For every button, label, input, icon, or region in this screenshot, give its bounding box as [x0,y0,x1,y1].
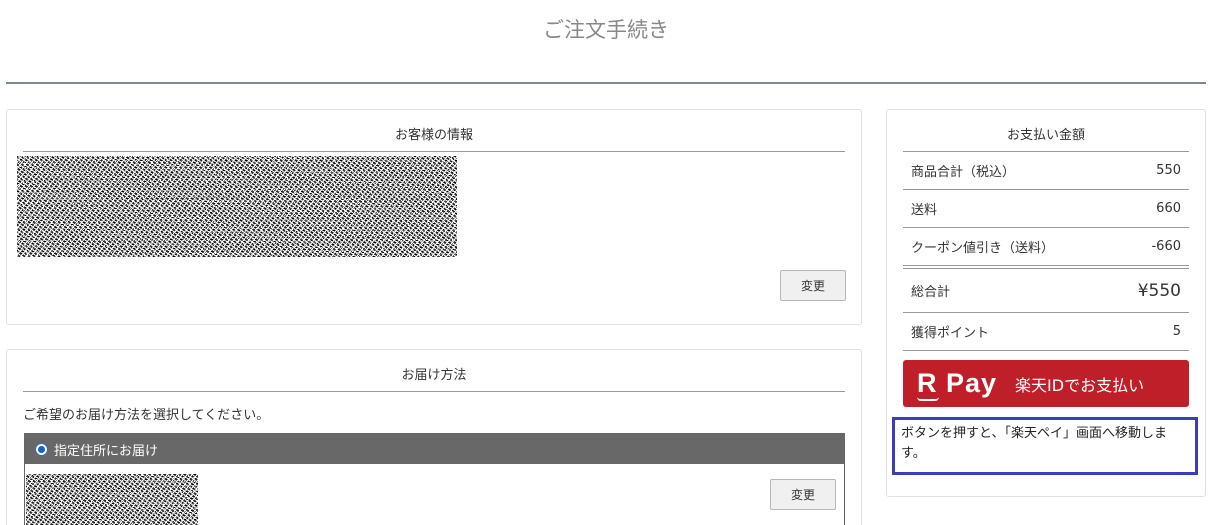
shipping-label: 送料 [911,203,938,218]
delivery-option[interactable]: 指定住所にお届け 変更 [24,433,845,525]
subtotal-label: 商品合計（税込） [911,165,1016,180]
payment-redirect-note: ボタンを押すと、「楽天ペイ」画面へ移動します。 [892,417,1198,475]
grand-total-label: 総合計 [911,285,951,300]
shipping-value: 660 [1156,201,1181,216]
redacted-delivery-address [26,474,198,525]
grand-total-row: 総合計 ¥550 [903,268,1189,313]
delivery-change-button[interactable]: 変更 [770,479,836,510]
radio-selected-icon[interactable] [35,442,48,456]
customer-info-title: お客様の情報 [23,124,845,152]
coupon-discount-row: クーポン値引き（送料） -660 [903,228,1189,266]
payment-summary-title: お支払い金額 [903,124,1189,152]
subtotal-row: 商品合計（税込） 550 [903,152,1189,190]
rakuten-pay-button[interactable]: R Pay 楽天IDでお支払い [903,360,1189,407]
customer-change-button[interactable]: 変更 [780,270,846,301]
points-row: 獲得ポイント 5 [903,313,1189,351]
delivery-option-body: 変更 [25,464,844,525]
redacted-customer-info [17,156,457,257]
points-value: 5 [1172,324,1181,339]
shipping-row: 送料 660 [903,190,1189,228]
delivery-option-label: 指定住所にお届け [54,443,159,459]
header-divider [6,82,1206,84]
rakuten-pay-logo-icon: R Pay [917,368,997,401]
subtotal-value: 550 [1156,163,1181,178]
grand-total-value: ¥550 [1137,280,1181,301]
delivery-method-card: お届け方法 ご希望のお届け方法を選択してください。 指定住所にお届け 変更 [6,349,862,525]
delivery-prompt: ご希望のお届け方法を選択してください。 [23,408,270,423]
payment-summary-card: お支払い金額 商品合計（税込） 550 送料 660 クーポン値引き（送料） -… [886,109,1206,497]
points-label: 獲得ポイント [911,326,990,341]
customer-info-card: お客様の情報 変更 [6,109,862,325]
delivery-method-title: お届け方法 [23,364,845,392]
coupon-discount-label: クーポン値引き（送料） [911,241,1055,256]
delivery-option-header[interactable]: 指定住所にお届け [25,434,844,464]
coupon-discount-value: -660 [1151,239,1181,254]
page-title: ご注文手続き [543,18,669,42]
rakuten-pay-button-label: 楽天IDでお支払い [1015,375,1145,395]
